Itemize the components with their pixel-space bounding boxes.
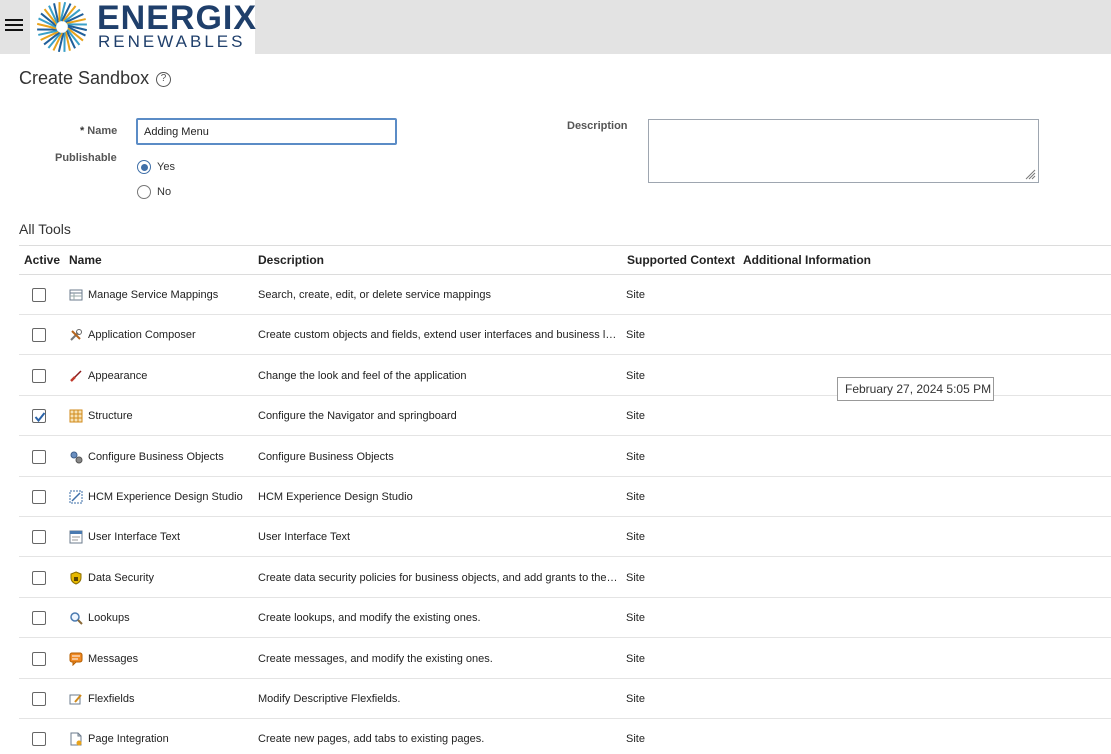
tooltip: February 27, 2024 5:05 PM [837,377,994,401]
table-row[interactable]: Application Composer Create custom object… [19,315,1111,356]
active-checkbox[interactable] [32,530,46,545]
tool-description: Configure Business Objects [258,450,394,463]
publishable-no-label: No [157,186,172,198]
name-input[interactable] [136,118,397,145]
column-header-supported-context[interactable]: Supported Context [627,253,735,267]
flexfield-icon [69,694,82,705]
top-bar: ENERGIX RENEWABLES [0,0,1111,54]
tool-description: Create custom objects and fields, extend… [258,329,618,342]
tool-supported-context: Site [626,410,645,423]
active-checkbox[interactable] [32,328,46,343]
tool-supported-context: Site [626,369,645,382]
tool-name[interactable]: Application Composer [88,329,196,341]
tool-name[interactable]: Configure Business Objects [88,451,224,463]
table-row[interactable]: Messages Create messages, and modify the … [19,639,1111,679]
publishable-yes-label: Yes [157,161,175,173]
active-checkbox[interactable] [32,692,46,706]
tool-supported-context: Site [626,733,645,746]
column-header-additional-information[interactable]: Additional Information [743,253,871,267]
tools-icon [70,329,82,342]
shield-lock-icon [70,571,82,585]
tool-supported-context: Site [626,612,645,625]
design-icon [69,490,83,504]
resize-grip-icon[interactable] [1024,168,1036,180]
tool-name[interactable]: Appearance [88,370,147,382]
tool-description: Change the look and feel of the applicat… [258,369,467,382]
active-checkbox[interactable] [32,449,46,464]
table-row[interactable]: Configure Business Objects Configure Busi… [19,437,1111,477]
divider [19,245,1111,246]
message-icon [69,652,83,666]
active-checkbox[interactable] [32,611,46,626]
tool-description: Modify Descriptive Flexfields. [258,693,401,705]
active-checkbox[interactable] [32,651,46,666]
active-checkbox[interactable] [32,288,46,302]
tool-description: Configure the Navigator and springboard [258,410,457,423]
page-add-icon [70,732,82,746]
table-row[interactable]: HCM Experience Design Studio HCM Experien… [19,477,1111,517]
tool-description: HCM Experience Design Studio [258,491,413,503]
description-textarea[interactable] [648,119,1039,183]
table-row[interactable]: User Interface Text User Interface Text Si… [19,517,1111,558]
tool-supported-context: Site [626,571,645,584]
company-logo[interactable]: ENERGIX RENEWABLES [30,0,258,54]
sunburst-logo-icon [36,1,88,53]
tool-supported-context: Site [626,693,645,705]
active-checkbox[interactable] [32,368,46,383]
column-header-name[interactable]: Name [69,253,102,267]
publishable-label: Publishable [55,152,117,164]
required-marker: * [80,125,85,137]
column-header-active[interactable]: Active [24,253,60,267]
tool-description: User Interface Text [258,531,351,544]
table-row[interactable]: Page Integration Create new pages, add ta… [19,719,1111,754]
publishable-yes-radio[interactable] [137,160,151,174]
table-row[interactable]: Manage Service Mappings Search, create, e… [19,275,1111,315]
hamburger-icon[interactable] [5,16,25,36]
tool-supported-context: Site [626,289,645,301]
section-title-all-tools: All Tools [19,221,71,237]
magnifier-icon [70,612,83,625]
tool-description: Search, create, edit, or delete service … [258,289,491,301]
logo-text-renewables: RENEWABLES [98,32,246,51]
text-window-icon [69,530,83,544]
tool-name[interactable]: Messages [88,653,138,665]
active-checkbox[interactable] [32,732,46,747]
tool-supported-context: Site [626,450,645,463]
grid-icon [69,409,83,423]
name-label: * Name [80,125,118,137]
tool-name[interactable]: Data Security [88,572,154,584]
tool-name[interactable]: HCM Experience Design Studio [88,491,243,503]
table-row[interactable]: Structure Configure the Navigator and spr… [19,396,1111,437]
tool-name[interactable]: Page Integration [88,733,169,745]
help-icon[interactable]: ? [156,72,171,87]
tool-description: Create new pages, add tabs to existing p… [258,733,485,746]
tool-name[interactable]: Structure [88,410,133,422]
active-checkbox[interactable] [32,570,46,585]
checkmark-icon [34,412,46,423]
logo-text-energix: ENERGIX [97,0,258,37]
tool-name[interactable]: Flexfields [88,693,134,705]
active-checkbox[interactable] [32,409,46,424]
tool-description: Create lookups, and modify the existing … [258,612,481,625]
tool-name[interactable]: Lookups [88,612,130,624]
tool-name[interactable]: Manage Service Mappings [88,289,218,301]
tool-description: Create data security policies for busine… [258,571,618,584]
table-row[interactable]: Lookups Create lookups, and modify the ex… [19,598,1111,639]
brush-icon [70,370,82,382]
tool-name[interactable]: User Interface Text [88,531,180,543]
description-label: Description [567,120,628,132]
table-row[interactable]: Data Security Create data security polici… [19,558,1111,598]
column-header-description[interactable]: Description [258,253,324,267]
table-icon [69,289,83,301]
publishable-no-radio[interactable] [137,185,151,199]
gears-icon [70,451,83,464]
page-title: Create Sandbox [19,68,150,88]
tool-supported-context: Site [626,491,645,503]
table-row[interactable]: Flexfields Modify Descriptive Flexfields.… [19,679,1111,719]
tool-supported-context: Site [626,531,645,544]
tool-description: Create messages, and modify the existing… [258,652,493,665]
tool-supported-context: Site [626,329,645,342]
tool-supported-context: Site [626,652,645,665]
active-checkbox[interactable] [32,490,46,504]
